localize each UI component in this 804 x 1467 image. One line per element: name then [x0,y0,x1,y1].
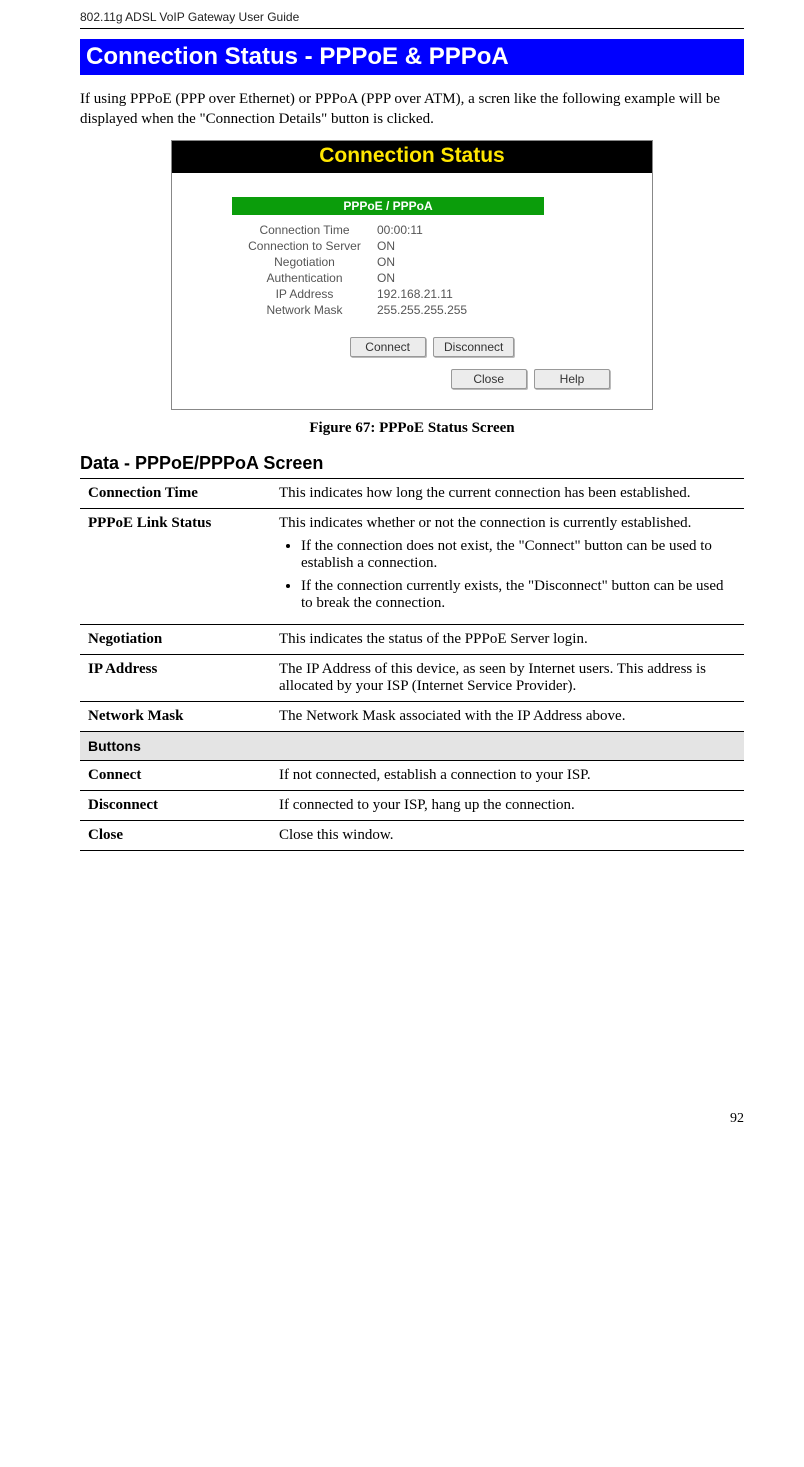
kv-val: ON [377,255,395,269]
row-desc: Close this window. [271,820,744,850]
status-window-title: Connection Status [172,141,652,173]
row-label: Disconnect [80,790,271,820]
row-label: Connection Time [80,478,271,508]
kv-row: Connection Time 00:00:11 [232,223,632,237]
kv-key: Negotiation [232,255,377,269]
table-row: Close Close this window. [80,820,744,850]
table-row: Network Mask The Network Mask associated… [80,701,744,731]
row-label: IP Address [80,654,271,701]
kv-row: Connection to Server ON [232,239,632,253]
primary-button-row: Connect Disconnect [232,337,632,357]
row-label: Connect [80,760,271,790]
header-rule [80,28,744,29]
row-label: Network Mask [80,701,271,731]
figure-container: Connection Status PPPoE / PPPoA Connecti… [80,140,744,410]
kv-val: 192.168.21.11 [377,287,453,301]
kv-row: Authentication ON [232,271,632,285]
table-row: Disconnect If connected to your ISP, han… [80,790,744,820]
row-desc: This indicates the status of the PPPoE S… [271,624,744,654]
row-desc: The IP Address of this device, as seen b… [271,654,744,701]
table-row: Negotiation This indicates the status of… [80,624,744,654]
status-window: Connection Status PPPoE / PPPoA Connecti… [171,140,653,410]
page-number: 92 [80,1111,744,1127]
table-row: Connection Time This indicates how long … [80,478,744,508]
disconnect-button[interactable]: Disconnect [433,337,514,357]
section-banner: Connection Status - PPPoE & PPPoA [80,39,744,75]
doc-header: 802.11g ADSL VoIP Gateway User Guide [80,10,744,24]
row-desc: This indicates how long the current conn… [271,478,744,508]
connect-button[interactable]: Connect [350,337,426,357]
bullet-list: If the connection does not exist, the "C… [279,538,736,612]
kv-val: ON [377,239,395,253]
kv-row: Network Mask 255.255.255.255 [232,303,632,317]
kv-key: Network Mask [232,303,377,317]
kv-row: IP Address 192.168.21.11 [232,287,632,301]
help-button[interactable]: Help [534,369,610,389]
data-subheading: Data - PPPoE/PPPoA Screen [80,453,744,474]
row-label: Negotiation [80,624,271,654]
table-row: Connect If not connected, establish a co… [80,760,744,790]
section-header-row: Buttons [80,731,744,760]
kv-key: Authentication [232,271,377,285]
kv-key: Connection Time [232,223,377,237]
intro-paragraph: If using PPPoE (PPP over Ethernet) or PP… [80,89,744,130]
row-label: Close [80,820,271,850]
kv-key: IP Address [232,287,377,301]
status-window-body: PPPoE / PPPoA Connection Time 00:00:11 C… [172,173,652,409]
list-item: If the connection does not exist, the "C… [301,538,736,572]
section-header-label: Buttons [80,731,744,760]
row-desc: The Network Mask associated with the IP … [271,701,744,731]
kv-row: Negotiation ON [232,255,632,269]
secondary-button-row: Close Help [232,369,632,389]
data-table: Connection Time This indicates how long … [80,478,744,851]
row-label: PPPoE Link Status [80,508,271,624]
row-desc: This indicates whether or not the connec… [271,508,744,624]
kv-key: Connection to Server [232,239,377,253]
protocol-badge: PPPoE / PPPoA [232,197,544,215]
table-row: PPPoE Link Status This indicates whether… [80,508,744,624]
row-desc: If connected to your ISP, hang up the co… [271,790,744,820]
figure-caption: Figure 67: PPPoE Status Screen [80,420,744,437]
kv-val: 00:00:11 [377,223,423,237]
close-button[interactable]: Close [451,369,527,389]
kv-val: 255.255.255.255 [377,303,467,317]
row-desc: If not connected, establish a connection… [271,760,744,790]
row-desc-text: This indicates whether or not the connec… [279,515,691,531]
table-row: IP Address The IP Address of this device… [80,654,744,701]
kv-val: ON [377,271,395,285]
list-item: If the connection currently exists, the … [301,578,736,612]
